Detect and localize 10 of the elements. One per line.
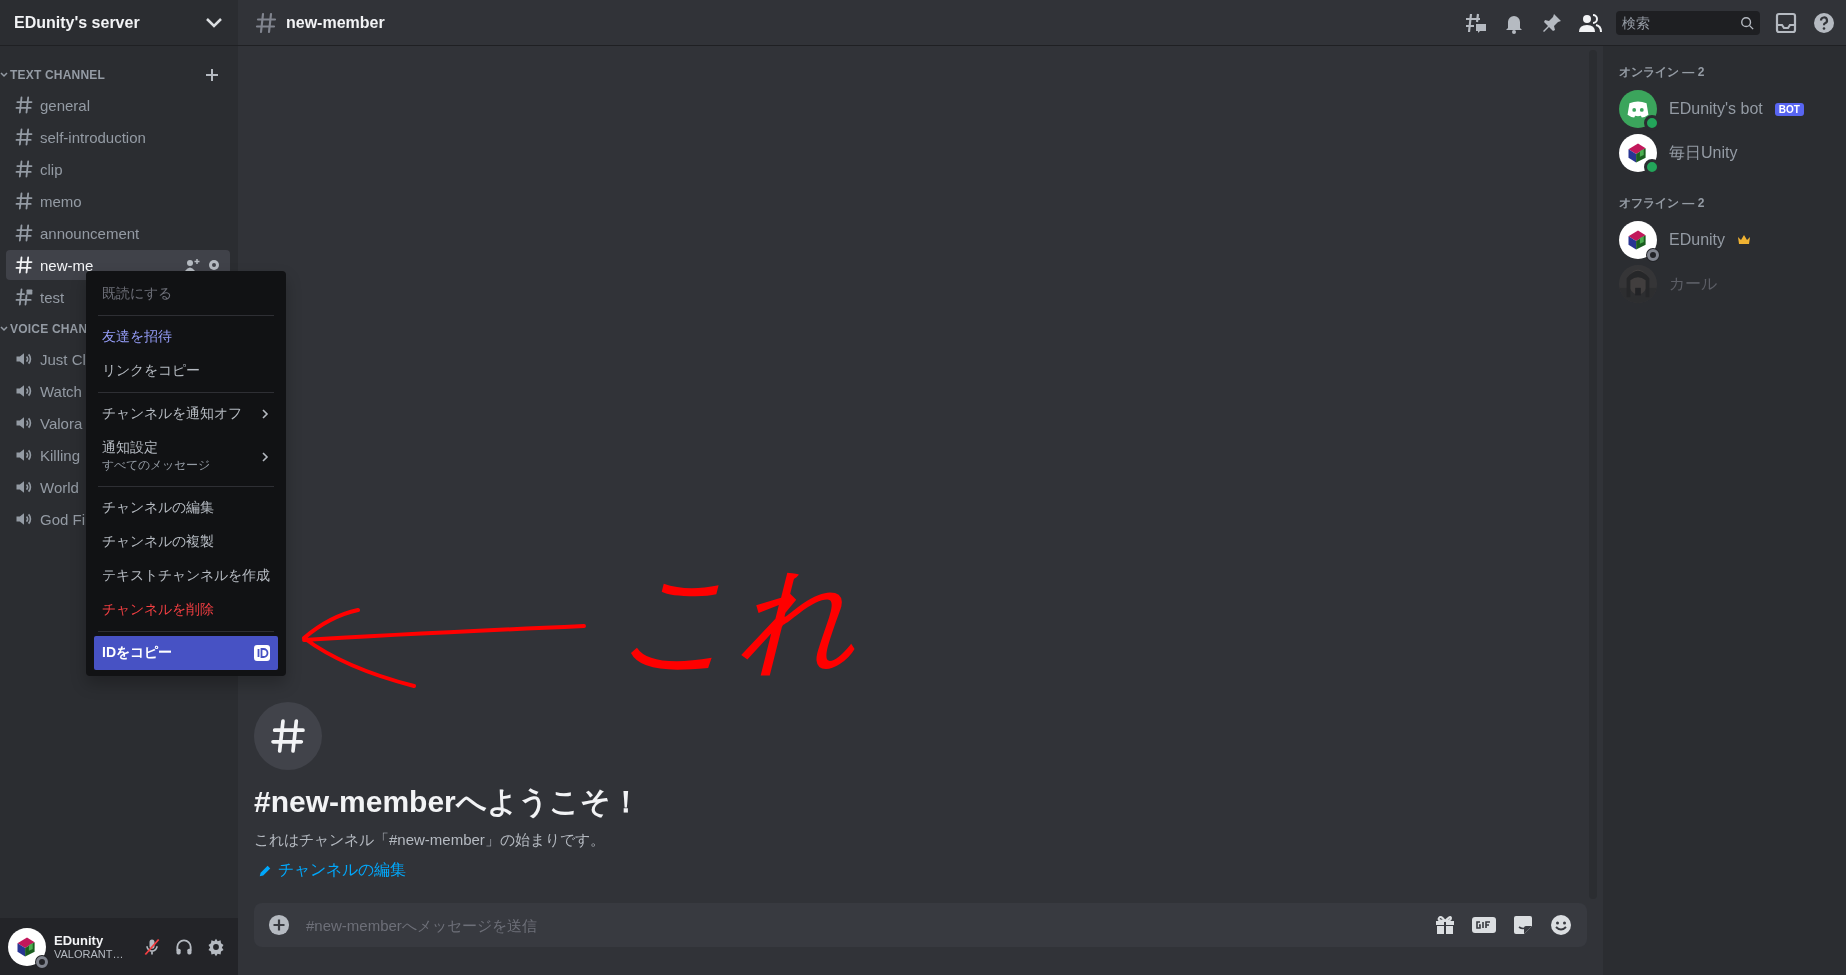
- server-name: EDunity's server: [14, 13, 140, 32]
- user-activity: VALORANT…: [54, 948, 125, 960]
- user-name: EDunity: [54, 933, 105, 948]
- member-group-title: オンライン — 2: [1619, 64, 1706, 81]
- handwritten-note: これ: [616, 560, 858, 678]
- welcome-title: #new-memberへようこそ！: [254, 784, 642, 820]
- member-group-title: オフライン — 2: [1619, 195, 1706, 212]
- welcome-description: これはチャンネル「#new-member」の始まりです。: [254, 831, 606, 850]
- bot-tag: BOT: [1774, 102, 1804, 116]
- channel-title: new-member: [286, 13, 386, 32]
